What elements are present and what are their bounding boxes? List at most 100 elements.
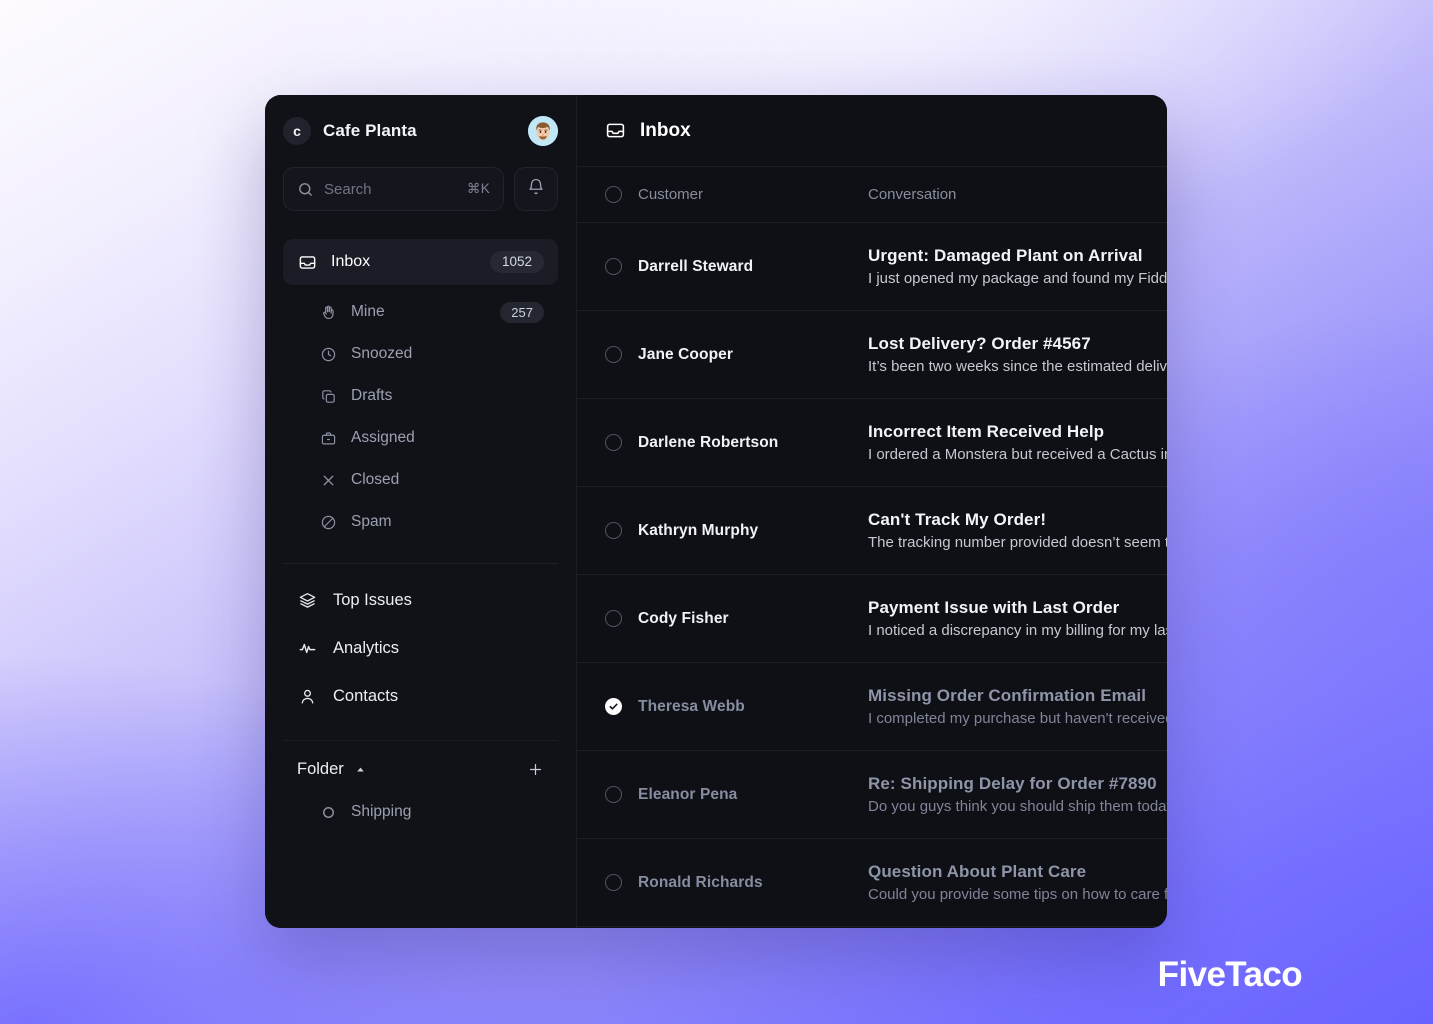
header-col-conversation: Conversation	[848, 167, 1167, 223]
row-customer-cell: Darlene Robertson	[577, 399, 848, 487]
sidebar-item-analytics[interactable]: Analytics	[283, 624, 558, 672]
table-row[interactable]: Darrell Steward Urgent: Damaged Plant on…	[577, 223, 1167, 311]
activity-icon	[297, 639, 317, 658]
folder-section-label: Folder	[297, 759, 344, 778]
sidebar-item-inbox[interactable]: Inbox 1052	[283, 239, 558, 285]
row-checkbox[interactable]	[605, 786, 622, 803]
conversation-subject: Incorrect Item Received Help	[868, 422, 1105, 441]
customer-name: Darrell Steward	[638, 257, 754, 275]
sidebar-item-closed[interactable]: Closed	[283, 459, 558, 501]
sidebar-item-snoozed[interactable]: Snoozed	[283, 333, 558, 375]
sidebar: c Cafe Planta Search ⌘K Inbox 1052 Mine …	[265, 95, 577, 928]
search-input[interactable]: Search ⌘K	[283, 167, 504, 211]
conversation-subject: Urgent: Damaged Plant on Arrival	[868, 246, 1143, 265]
customer-name: Jane Cooper	[638, 345, 733, 363]
conversation-subject: Question About Plant Care	[868, 862, 1087, 881]
copy-icon	[319, 388, 337, 405]
conversation-preview: I just opened my package and found my Fi…	[868, 270, 1167, 287]
sidebar-item-contacts-label: Contacts	[333, 686, 399, 705]
row-checkbox[interactable]	[605, 434, 622, 451]
inbox-icon	[605, 120, 626, 141]
row-customer-cell: Ronald Richards	[577, 839, 848, 927]
inbox-icon	[297, 253, 317, 272]
nav-primary: Inbox 1052	[283, 225, 558, 285]
table-row[interactable]: Eleanor Pena Re: Shipping Delay for Orde…	[577, 751, 1167, 839]
table-row[interactable]: Kathryn Murphy Can't Track My Order! The…	[577, 487, 1167, 575]
workspace-name: Cafe Planta	[323, 121, 417, 140]
header-customer-label: Customer	[638, 186, 704, 203]
row-checkbox[interactable]	[605, 522, 622, 539]
table-row[interactable]: Darlene Robertson Incorrect Item Receive…	[577, 399, 1167, 487]
briefcase-icon	[319, 430, 337, 447]
row-conversation-cell: Incorrect Item Received Help I ordered a…	[848, 399, 1167, 487]
folder-item-shipping[interactable]: Shipping	[283, 791, 558, 833]
row-conversation-cell: Can't Track My Order! The tracking numbe…	[848, 487, 1167, 575]
add-folder-button[interactable]	[527, 761, 544, 778]
conversation-preview: I noticed a discrepancy in my billing fo…	[868, 622, 1167, 639]
x-icon	[319, 472, 337, 489]
row-checkbox[interactable]	[605, 610, 622, 627]
page-title: Inbox	[640, 119, 691, 141]
sidebar-item-mine-badge: 257	[500, 301, 544, 323]
row-conversation-cell: Missing Order Confirmation Email I compl…	[848, 663, 1167, 751]
sidebar-item-drafts[interactable]: Drafts	[283, 375, 558, 417]
row-checkbox[interactable]	[605, 874, 622, 891]
folder-section-header[interactable]: Folder	[283, 747, 558, 791]
nav-secondary: Top Issues Analytics Contacts	[283, 570, 558, 720]
conversation-subject: Can't Track My Order!	[868, 510, 1047, 529]
row-customer-cell: Jane Cooper	[577, 311, 848, 399]
table-row[interactable]: Theresa Webb Missing Order Confirmation …	[577, 663, 1167, 751]
sidebar-item-contacts[interactable]: Contacts	[283, 672, 558, 720]
sidebar-item-snoozed-label: Snoozed	[351, 345, 413, 362]
sidebar-item-mine-label: Mine	[351, 303, 385, 320]
customer-name: Darlene Robertson	[638, 433, 779, 451]
row-checkbox[interactable]	[605, 698, 622, 715]
customer-name: Kathryn Murphy	[638, 521, 759, 539]
table-row[interactable]: Jane Cooper Lost Delivery? Order #4567 I…	[577, 311, 1167, 399]
conversation-preview: The tracking number provided doesn’t see…	[868, 534, 1167, 551]
sidebar-item-top-issues-label: Top Issues	[333, 590, 412, 609]
table-row[interactable]: Ronald Richards Question About Plant Car…	[577, 839, 1167, 927]
chevron-up-icon[interactable]	[354, 763, 367, 776]
row-conversation-cell: Payment Issue with Last Order I noticed …	[848, 575, 1167, 663]
conversation-preview: I completed my purchase but haven't rece…	[868, 710, 1167, 727]
workspace-logo[interactable]: c	[283, 117, 311, 145]
user-avatar[interactable]	[528, 116, 558, 146]
sidebar-item-closed-label: Closed	[351, 471, 400, 488]
sidebar-divider-2	[283, 740, 558, 741]
row-customer-cell: Kathryn Murphy	[577, 487, 848, 575]
search-shortcut: ⌘K	[466, 181, 490, 196]
notifications-button[interactable]	[514, 167, 558, 211]
sidebar-item-spam-label: Spam	[351, 513, 392, 530]
sidebar-item-inbox-label: Inbox	[331, 253, 371, 270]
conversation-subject: Lost Delivery? Order #4567	[868, 334, 1091, 353]
search-icon	[297, 181, 314, 198]
circle-icon	[319, 805, 337, 820]
customer-name: Theresa Webb	[638, 697, 745, 715]
sidebar-item-mine[interactable]: Mine 257	[283, 291, 558, 333]
sidebar-item-top-issues[interactable]: Top Issues	[283, 576, 558, 624]
ban-icon	[319, 514, 337, 531]
select-all-checkbox[interactable]	[605, 186, 622, 203]
workspace-logo-letter: c	[293, 123, 301, 139]
conversation-subject: Payment Issue with Last Order	[868, 598, 1120, 617]
bell-icon	[527, 178, 545, 201]
sidebar-item-analytics-label: Analytics	[333, 638, 400, 657]
sidebar-divider-1	[283, 563, 558, 564]
row-checkbox[interactable]	[605, 346, 622, 363]
row-checkbox[interactable]	[605, 258, 622, 275]
clock-icon	[319, 346, 337, 363]
conversation-subject: Re: Shipping Delay for Order #7890	[868, 774, 1157, 793]
customer-name: Ronald Richards	[638, 873, 763, 891]
customer-name: Eleanor Pena	[638, 785, 738, 803]
sidebar-item-spam[interactable]: Spam	[283, 501, 558, 543]
row-customer-cell: Darrell Steward	[577, 223, 848, 311]
sidebar-item-drafts-label: Drafts	[351, 387, 393, 404]
sidebar-item-assigned[interactable]: Assigned	[283, 417, 558, 459]
row-conversation-cell: Urgent: Damaged Plant on Arrival I just …	[848, 223, 1167, 311]
app-window: c Cafe Planta Search ⌘K Inbox 1052 Mine …	[265, 95, 1167, 928]
row-conversation-cell: Question About Plant Care Could you prov…	[848, 839, 1167, 927]
customer-name: Cody Fisher	[638, 609, 729, 627]
table-row[interactable]: Cody Fisher Payment Issue with Last Orde…	[577, 575, 1167, 663]
conversation-preview: It’s been two weeks since the estimated …	[868, 358, 1167, 375]
